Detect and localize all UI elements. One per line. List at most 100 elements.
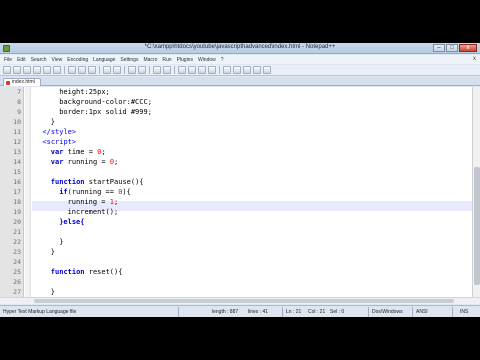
line-number: 27 [13,288,21,296]
code-token: increment(); [67,208,119,216]
status-separator [282,307,283,317]
menu-help[interactable]: ? [221,57,224,63]
code-line[interactable]: 23} [0,247,472,257]
unsaved-file-icon [6,81,10,85]
line-number: 18 [13,198,21,206]
code-line[interactable]: 13 var time = 0; [0,147,472,157]
tab-index-html[interactable]: index.html [3,78,41,86]
zoom-in-icon[interactable] [153,66,161,74]
code-line[interactable]: 17 if(running == 0){ [0,187,472,197]
code-line[interactable]: 10} [0,117,472,127]
close-icon[interactable] [43,66,51,74]
code-token: } [50,288,56,296]
save-icon[interactable] [23,66,31,74]
code-token: startPause(){ [84,178,144,186]
menu-run[interactable]: Run [162,57,171,63]
open-file-icon[interactable] [13,66,21,74]
find-icon[interactable] [128,66,136,74]
line-number: 17 [13,188,21,196]
horizontal-scroll-thumb[interactable] [34,299,454,303]
code-line[interactable]: 7 height:25px; [0,87,472,97]
indent-guide-icon[interactable] [208,66,216,74]
maximize-button[interactable]: □ [446,44,458,52]
close-document-icon[interactable]: x [473,56,476,62]
code-line[interactable]: 27} [0,287,472,297]
code-line[interactable]: 15 [0,167,472,177]
code-line[interactable]: 14 var running = 0; [0,157,472,167]
code-line[interactable]: 19 increment(); [0,207,472,217]
code-line[interactable]: 20}else{ [0,217,472,227]
menu-edit[interactable]: Edit [17,57,26,63]
close-button[interactable]: x [459,44,477,52]
code-text: } [51,117,55,127]
code-line[interactable]: 24 [0,257,472,267]
macro-play-icon[interactable] [243,66,251,74]
save-all-icon[interactable] [33,66,41,74]
code-line[interactable]: 16 function startPause(){ [0,177,472,187]
code-text: } [51,287,55,297]
copy-icon[interactable] [78,66,86,74]
line-number: 7 [17,88,21,96]
replace-icon[interactable] [138,66,146,74]
code-text: height:25px; [59,87,110,97]
sync-scroll-icon[interactable] [178,66,186,74]
menu-window[interactable]: Window [198,57,216,63]
code-line[interactable]: 22} [0,237,472,247]
menu-plugins[interactable]: Plugins [177,57,193,63]
line-number: 19 [13,208,21,216]
line-number: 9 [17,108,21,116]
print-icon[interactable] [53,66,61,74]
code-line[interactable]: 26 [0,277,472,287]
code-token: background-color:#CCC; [59,98,152,106]
macro-record-icon[interactable] [223,66,231,74]
word-wrap-icon[interactable] [188,66,196,74]
toolbar-separator [99,66,100,74]
code-line[interactable]: 9 border:1px solid #999; [0,107,472,117]
macro-run-icon[interactable] [253,66,261,74]
horizontal-scrollbar[interactable] [0,297,480,304]
code-line[interactable]: 18 running = 1; [0,197,472,207]
status-sel: Sel : 0 [330,309,345,315]
code-line[interactable]: 11 </style> [0,127,472,137]
zoom-out-icon[interactable] [163,66,171,74]
code-line[interactable]: 12 <script> [0,137,472,147]
menu-settings[interactable]: Settings [120,57,138,63]
code-token: height:25px; [59,88,110,96]
menu-search[interactable]: Search [31,57,47,63]
menu-encoding[interactable]: Encoding [67,57,88,63]
code-line[interactable]: 21 [0,227,472,237]
menu-macro[interactable]: Macro [143,57,157,63]
paste-icon[interactable] [88,66,96,74]
line-number: 23 [13,248,21,256]
menu-language[interactable]: Language [93,57,115,63]
code-text: </style> [42,127,76,137]
code-editor[interactable]: 7 height:25px; 8 background-color:#CCC; 9 bor… [0,87,472,297]
toolbar-separator [149,66,150,74]
status-separator [178,307,179,317]
menu-view[interactable]: View [52,57,63,63]
line-number: 11 [13,128,21,136]
minimize-button[interactable]: – [433,44,445,52]
code-line[interactable]: 25 function reset(){ [0,267,472,277]
toolbar-separator [124,66,125,74]
code-line[interactable]: 8 background-color:#CCC; [0,97,472,107]
cut-icon[interactable] [68,66,76,74]
redo-icon[interactable] [113,66,121,74]
status-language: Hyper Text Markup Language file [3,309,77,315]
vertical-scrollbar[interactable] [472,87,480,297]
vertical-scroll-thumb[interactable] [474,167,480,285]
code-token: time = [63,148,98,156]
code-token: ; [113,198,119,206]
code-token: running = [67,198,110,206]
status-lines: lines : 41 [248,309,269,315]
macro-stop-icon[interactable] [233,66,241,74]
code-token: (running == [67,188,119,196]
macro-save-icon[interactable] [263,66,271,74]
undo-icon[interactable] [103,66,111,74]
show-all-icon[interactable] [198,66,206,74]
menu-file[interactable]: File [4,57,12,63]
keyword-token: var [50,148,64,156]
new-file-icon[interactable] [3,66,11,74]
code-token: reset(){ [84,268,123,276]
code-text: if(running == 0){ [59,187,131,197]
